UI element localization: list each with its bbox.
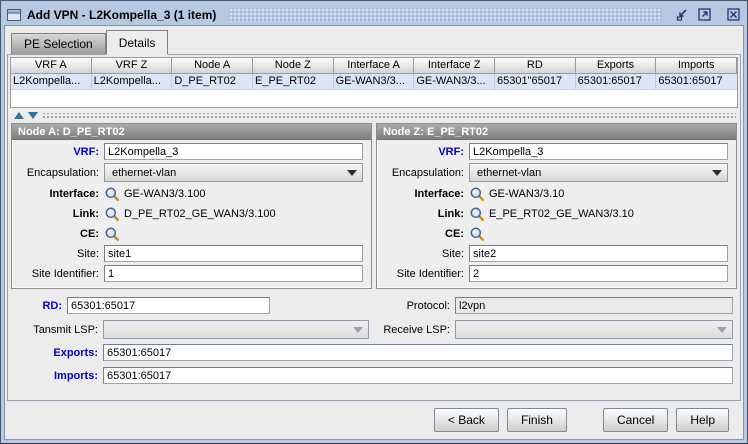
chevron-down-icon — [347, 169, 357, 176]
node-z-site-field[interactable] — [469, 245, 728, 262]
magnifier-icon[interactable] — [469, 226, 485, 242]
close-icon[interactable] — [725, 6, 742, 23]
column-header-vrf-z[interactable]: VRF Z — [91, 58, 173, 74]
vpn-table: VRF A VRF Z Node A Node Z Interface A In… — [11, 58, 737, 90]
protocol-field — [455, 297, 733, 314]
titlebar-texture — [229, 7, 661, 22]
node-z-panel-title: Node Z: E_PE_RT02 — [377, 124, 736, 140]
interface-label: Interface: — [414, 187, 464, 200]
link-label: Link: — [437, 207, 464, 220]
table-cell-vrf-z[interactable]: L2Kompella... — [91, 74, 173, 90]
vpn-table-scrollpane: VRF A VRF Z Node A Node Z Interface A In… — [10, 57, 738, 108]
transmit-lsp-dropdown — [103, 320, 369, 339]
back-button[interactable]: < Back — [433, 408, 499, 432]
column-header-node-z[interactable]: Node Z — [252, 58, 334, 74]
node-z-encapsulation-dropdown[interactable]: ethernet-vlan — [469, 163, 728, 182]
column-header-interface-z[interactable]: Interface Z — [414, 58, 495, 74]
node-a-panel: Node A: D_PE_RT02 VRF: Encapsulation: et… — [11, 123, 372, 289]
column-header-imports[interactable]: Imports — [656, 58, 737, 74]
magnifier-icon[interactable] — [104, 206, 120, 222]
add-vpn-dialog: Add VPN - L2Kompella_3 (1 item) PE Selec… — [0, 0, 748, 444]
node-a-encapsulation-dropdown[interactable]: ethernet-vlan — [104, 163, 363, 182]
protocol-label: Protocol: — [406, 299, 450, 312]
transmit-lsp-label: Tansmit LSP: — [33, 323, 98, 336]
table-cell-rd[interactable]: 65301"65017 — [494, 74, 576, 90]
chevron-down-icon — [712, 169, 722, 176]
encapsulation-label: Encapsulation: — [26, 166, 99, 179]
node-z-link-value: E_PE_RT02_GE_WAN3/3.10 — [489, 207, 634, 220]
dialog-content: PE Selection Details VRF A VRF Z Node A … — [4, 25, 744, 440]
tab-details[interactable]: Details — [105, 30, 169, 55]
vpn-common-fields: RD: Protocol: Tansmit LSP: — [15, 296, 733, 400]
help-button[interactable]: Help — [676, 408, 729, 432]
table-cell-interface-a[interactable]: GE-WAN3/3... — [333, 74, 415, 90]
node-z-panel: Node Z: E_PE_RT02 VRF: Encapsulation: et… — [376, 123, 737, 289]
node-a-encapsulation-value: ethernet-vlan — [112, 166, 177, 179]
imports-label: Imports: — [54, 369, 98, 382]
site-label: Site: — [441, 247, 464, 260]
triangle-down-icon[interactable] — [28, 112, 38, 119]
magnifier-icon[interactable] — [104, 186, 120, 202]
table-cell-node-a[interactable]: D_PE_RT02 — [172, 74, 253, 90]
node-a-site-field[interactable] — [104, 245, 363, 262]
receive-lsp-dropdown — [455, 320, 733, 339]
table-cell-vrf-a[interactable]: L2Kompella... — [11, 74, 92, 90]
table-cell-imports[interactable]: 65301:65017 — [656, 74, 737, 90]
site-label: Site: — [76, 247, 99, 260]
chevron-down-icon — [353, 326, 363, 333]
divider-texture — [42, 112, 736, 119]
finish-button[interactable]: Finish — [506, 408, 567, 432]
rd-field[interactable] — [67, 297, 270, 314]
table-cell-exports[interactable]: 65301:65017 — [575, 74, 657, 90]
vrf-label: VRF: — [73, 145, 99, 158]
table-cell-node-z[interactable]: E_PE_RT02 — [252, 74, 334, 90]
ce-label: CE: — [80, 227, 99, 240]
column-header-exports[interactable]: Exports — [575, 58, 657, 74]
node-z-site-identifier-field[interactable] — [469, 265, 728, 282]
column-header-vrf-a[interactable]: VRF A — [11, 58, 92, 74]
receive-lsp-label: Receive LSP: — [383, 323, 450, 336]
node-z-interface-value: GE-WAN3/3.10 — [489, 187, 565, 200]
node-a-panel-title: Node A: D_PE_RT02 — [12, 124, 371, 140]
cancel-button[interactable]: Cancel — [602, 408, 669, 432]
site-identifier-label: Site Identifier: — [31, 267, 99, 280]
column-header-node-a[interactable]: Node A — [172, 58, 253, 74]
table-cell-interface-z[interactable]: GE-WAN3/3... — [414, 74, 495, 90]
magnifier-icon[interactable] — [469, 206, 485, 222]
vrf-label: VRF: — [438, 145, 464, 158]
table-empty-area — [11, 90, 737, 107]
triangle-up-icon[interactable] — [14, 112, 24, 119]
node-a-interface-value: GE-WAN3/3.100 — [124, 187, 206, 200]
exports-field[interactable] — [103, 344, 733, 361]
window-title: Add VPN - L2Kompella_3 (1 item) — [27, 7, 217, 22]
node-a-vrf-field[interactable] — [104, 143, 363, 160]
dialog-button-bar: < Back Finish Cancel Help — [7, 401, 741, 439]
node-z-vrf-field[interactable] — [469, 143, 728, 160]
chevron-down-icon — [717, 326, 727, 333]
exports-label: Exports: — [53, 346, 98, 359]
encapsulation-label: Encapsulation: — [391, 166, 464, 179]
column-header-interface-a[interactable]: Interface A — [333, 58, 415, 74]
minimize-icon[interactable] — [674, 6, 691, 23]
column-header-rd[interactable]: RD — [494, 58, 576, 74]
node-a-site-identifier-field[interactable] — [104, 265, 363, 282]
title-bar[interactable]: Add VPN - L2Kompella_3 (1 item) — [4, 4, 744, 25]
details-tab-panel: VRF A VRF Z Node A Node Z Interface A In… — [7, 54, 741, 401]
imports-field[interactable] — [103, 367, 733, 384]
split-pane-divider[interactable] — [10, 111, 738, 120]
link-label: Link: — [72, 207, 99, 220]
magnifier-icon[interactable] — [104, 226, 120, 242]
node-a-link-value: D_PE_RT02_GE_WAN3/3.100 — [124, 207, 276, 220]
node-panels: Node A: D_PE_RT02 VRF: Encapsulation: et… — [11, 123, 737, 289]
tab-pe-selection[interactable]: PE Selection — [11, 33, 106, 54]
rd-label: RD: — [42, 299, 62, 312]
node-z-encapsulation-value: ethernet-vlan — [477, 166, 542, 179]
magnifier-icon[interactable] — [469, 186, 485, 202]
site-identifier-label: Site Identifier: — [396, 267, 464, 280]
interface-label: Interface: — [49, 187, 99, 200]
maximize-icon[interactable] — [696, 6, 713, 23]
tab-bar: PE Selection Details — [7, 28, 741, 55]
window-icon — [6, 7, 22, 23]
ce-label: CE: — [445, 227, 464, 240]
